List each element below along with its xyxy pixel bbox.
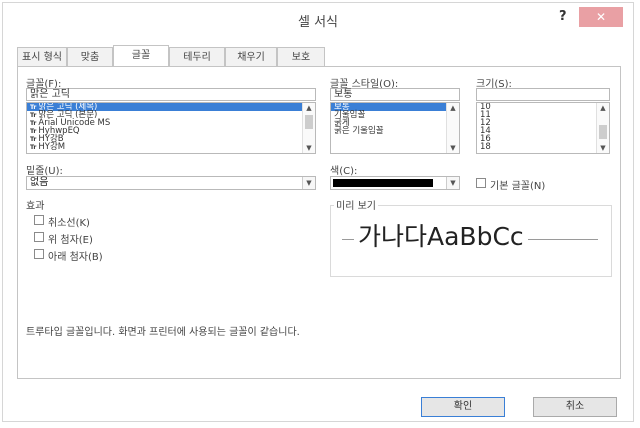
underline-value: 없음 xyxy=(30,177,49,188)
normal-font-checkbox[interactable] xyxy=(476,178,486,188)
font-name-input[interactable]: 맑은 고딕 xyxy=(26,88,316,101)
truetype-icon: Tr xyxy=(30,144,37,151)
truetype-icon: Tr xyxy=(30,112,37,119)
list-item[interactable]: 12 xyxy=(477,119,609,128)
chevron-down-icon[interactable]: ▼ xyxy=(446,177,459,189)
scroll-up-arrow-icon[interactable]: ▲ xyxy=(597,104,609,112)
normal-font-label: 기본 글꼴(N) xyxy=(490,181,546,192)
scroll-up-arrow-icon[interactable]: ▲ xyxy=(447,104,459,112)
list-item[interactable]: Tr HyhwpEQ xyxy=(27,127,315,136)
scroll-down-arrow-icon[interactable]: ▼ xyxy=(303,144,315,152)
list-item[interactable]: Tr HY강B xyxy=(27,135,315,144)
font-list[interactable]: Tr 맑은 고딕 (제목) Tr 맑은 고딕 (본문) Tr Arial Unicod… xyxy=(26,102,316,154)
effects-label: 효과 xyxy=(26,201,45,212)
subscript-label: 아래 첨자(B) xyxy=(48,252,103,263)
help-button[interactable]: ? xyxy=(559,9,567,24)
tab-alignment[interactable]: 맞춤 xyxy=(67,47,113,66)
list-item[interactable]: 10 xyxy=(477,103,609,111)
color-swatch xyxy=(333,179,433,187)
scroll-up-arrow-icon[interactable]: ▲ xyxy=(303,104,315,112)
scroll-thumb[interactable] xyxy=(599,125,607,139)
preview-sample: 가나다AaBbCc xyxy=(354,217,528,253)
list-item[interactable]: 16 xyxy=(477,135,609,144)
font-style-list-scrollbar[interactable]: ▲ ▼ xyxy=(446,103,459,153)
font-style-list[interactable]: 보통 기울임꼴 굵게 굵은 기울임꼴 ▲ ▼ xyxy=(330,102,460,154)
title-bar: 셀 서식 ? ✕ xyxy=(3,3,633,35)
superscript-checkbox[interactable] xyxy=(34,232,44,242)
truetype-icon: Tr xyxy=(30,120,37,127)
chevron-down-icon[interactable]: ▼ xyxy=(302,177,315,189)
truetype-icon: Tr xyxy=(30,128,37,135)
superscript-label: 위 첨자(E) xyxy=(48,235,93,246)
size-input[interactable] xyxy=(476,88,610,101)
font-tab-panel: 글꼴(F): 맑은 고딕 Tr 맑은 고딕 (제목) Tr 맑은 고딕 (본문) T… xyxy=(17,66,621,379)
subscript-checkbox[interactable] xyxy=(34,249,44,259)
list-item[interactable]: 18 xyxy=(477,143,609,152)
close-button[interactable]: ✕ xyxy=(579,7,623,27)
scroll-down-arrow-icon[interactable]: ▼ xyxy=(597,144,609,152)
list-item[interactable]: Tr HY강M xyxy=(27,143,315,152)
strikethrough-label: 취소선(K) xyxy=(48,218,90,229)
truetype-note: 트루타입 글꼴입니다. 화면과 프린터에 사용되는 글꼴이 같습니다. xyxy=(26,327,300,338)
truetype-icon: Tr xyxy=(30,136,37,143)
tab-font[interactable]: 글꼴 xyxy=(113,45,169,66)
tab-protection[interactable]: 보호 xyxy=(277,47,325,66)
scroll-thumb[interactable] xyxy=(305,115,313,129)
preview-label: 미리 보기 xyxy=(334,197,378,212)
cancel-button[interactable]: 취소 xyxy=(533,397,617,417)
list-item[interactable]: 기울임꼴 xyxy=(331,111,459,120)
list-item[interactable]: 굵은 기울임꼴 xyxy=(331,127,459,136)
font-style-input[interactable]: 보통 xyxy=(330,88,460,101)
tab-number[interactable]: 표시 형식 xyxy=(17,47,67,66)
tab-border[interactable]: 테두리 xyxy=(169,47,225,66)
format-cells-dialog: 셀 서식 ? ✕ 표시 형식 맞춤 글꼴 테두리 채우기 보호 글꼴(F): 맑… xyxy=(2,2,634,422)
ok-button[interactable]: 확인 xyxy=(421,397,505,417)
font-list-scrollbar[interactable]: ▲ ▼ xyxy=(302,103,315,153)
dialog-title: 셀 서식 xyxy=(297,15,338,30)
scroll-down-arrow-icon[interactable]: ▼ xyxy=(447,144,459,152)
underline-select[interactable]: 없음 ▼ xyxy=(26,176,316,190)
strikethrough-checkbox[interactable] xyxy=(34,215,44,225)
color-picker[interactable]: ▼ xyxy=(330,176,460,190)
truetype-icon: Tr xyxy=(30,104,37,111)
tab-fill[interactable]: 채우기 xyxy=(225,47,277,66)
size-list-scrollbar[interactable]: ▲ ▼ xyxy=(596,103,609,153)
color-label: 색(C): xyxy=(330,166,358,177)
size-list[interactable]: 10 11 12 14 16 18 ▲ ▼ xyxy=(476,102,610,154)
list-item[interactable]: 11 xyxy=(477,111,609,120)
underline-label: 밑줄(U): xyxy=(26,166,63,177)
list-item[interactable]: 14 xyxy=(477,127,609,136)
